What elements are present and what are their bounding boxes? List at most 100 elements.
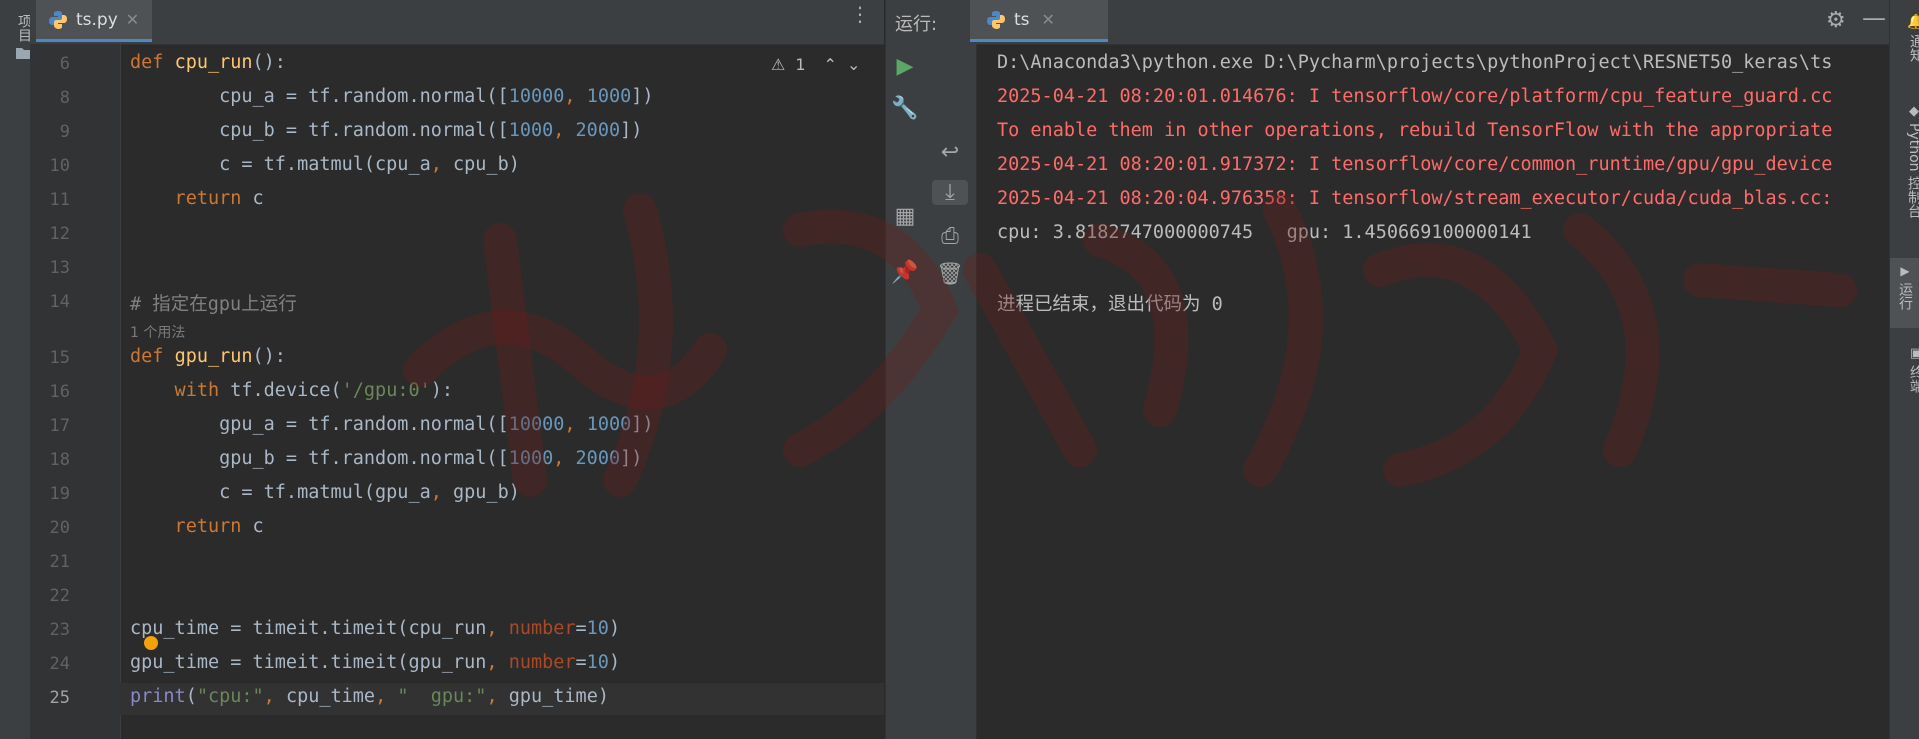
pin-icon[interactable]: 📌	[887, 260, 923, 285]
close-icon[interactable]: ✕	[126, 10, 139, 29]
print-icon[interactable]: ⎙	[932, 224, 968, 249]
line-number: 18	[49, 450, 70, 470]
python-console-tool-button[interactable]: ◆ Python 控制台	[1896, 104, 1919, 218]
code-token: 2000	[575, 448, 621, 469]
code-token: print	[130, 686, 186, 707]
tab-label: ts.py	[76, 9, 118, 30]
usages-hint[interactable]: 1 个用法	[130, 322, 185, 342]
terminal-icon: ▣	[1909, 346, 1919, 361]
python-file-icon	[49, 10, 67, 29]
code-line[interactable]: c = tf.matmul(cpu_a, cpu_b)	[130, 154, 520, 175]
code-token: cpu_a = tf.random.normal([	[130, 86, 509, 107]
line-number: 20	[49, 518, 70, 538]
code-line[interactable]: # 指定在gpu上运行	[130, 290, 297, 316]
line-number: 25	[49, 688, 70, 708]
console-line: To enable them in other operations, rebu…	[997, 120, 1833, 141]
code-token: cpu_run	[174, 52, 253, 73]
code-line[interactable]: print("cpu:", cpu_time, " gpu:", gpu_tim…	[130, 686, 609, 707]
code-token: ,	[486, 686, 509, 707]
trash-icon[interactable]: 🗑	[932, 262, 968, 287]
wrench-icon[interactable]: 🔧	[887, 96, 923, 121]
soft-wrap-icon[interactable]: ↩	[932, 140, 968, 165]
terminal-tool-button[interactable]: ▣ 终端	[1896, 346, 1919, 393]
layout-icon[interactable]: ▦	[887, 204, 923, 229]
run-label: 运行	[1897, 282, 1913, 310]
code-line[interactable]: gpu_b = tf.random.normal([1000, 2000])	[130, 448, 642, 469]
code-line[interactable]: gpu_a = tf.random.normal([10000, 1000])	[130, 414, 653, 435]
line-number: 10	[49, 156, 70, 176]
notifications-label: 通知	[1908, 34, 1919, 62]
line-number: 12	[49, 224, 70, 244]
console-line: 2025-04-21 08:20:04.976358: I tensorflow…	[997, 188, 1833, 209]
line-number: 23	[49, 620, 70, 640]
code-line[interactable]: return c	[130, 188, 264, 209]
line-number: 21	[49, 552, 70, 572]
code-token: 1000	[586, 414, 632, 435]
code-token: (	[185, 686, 197, 707]
code-token: "cpu:"	[196, 686, 264, 707]
gear-icon[interactable]: ⚙	[1826, 8, 1846, 33]
console-line: 2025-04-21 08:20:01.917372: I tensorflow…	[997, 154, 1833, 175]
code-line[interactable]: with tf.device('/gpu:0'):	[130, 380, 453, 401]
line-number: 14	[49, 292, 70, 312]
code-token: # 指定在gpu上运行	[130, 294, 297, 315]
code-token: ])	[620, 448, 643, 469]
notifications-tool-button[interactable]: 🔔 通知	[1896, 14, 1919, 62]
code-token: =	[575, 652, 587, 673]
code-line[interactable]: gpu_time = timeit.timeit(gpu_run, number…	[130, 652, 620, 673]
code-token: ])	[620, 120, 643, 141]
chevron-down-icon[interactable]: ⌄	[847, 55, 860, 74]
line-number: 17	[49, 416, 70, 436]
code-token: number	[508, 652, 576, 673]
line-number: 6	[59, 54, 70, 74]
line-number: 9	[59, 122, 70, 142]
code-token: )	[608, 652, 621, 673]
code-token: ,	[430, 154, 454, 175]
code-token: ,	[553, 448, 576, 469]
lightbulb-icon[interactable]	[144, 636, 158, 650]
inspection-widget[interactable]: ⚠ 1 ⌃ ⌄	[765, 48, 883, 80]
line-number: 11	[49, 190, 70, 210]
console-line: D:\Anaconda3\python.exe D:\Pycharm\proje…	[997, 52, 1833, 73]
code-line[interactable]: def cpu_run():	[130, 52, 286, 73]
code-line[interactable]: return c	[130, 516, 264, 537]
code-line[interactable]: def gpu_run():	[130, 346, 286, 367]
right-tool-strip: 🔔 通知 ◆ Python 控制台 ▶ 运行 ▣ 终端	[1889, 0, 1919, 739]
line-number: 8	[59, 88, 70, 108]
code-token: 10000	[508, 86, 565, 107]
chevron-up-icon[interactable]: ⌃	[824, 55, 837, 74]
run-tab-label: ts	[1014, 9, 1030, 30]
code-token: cpu_b)	[453, 154, 520, 175]
scroll-to-end-icon[interactable]: ⤓	[932, 180, 968, 205]
code-token: c	[252, 516, 264, 537]
line-number: 13	[49, 258, 70, 278]
left-tool-strip: 项目	[0, 0, 32, 739]
code-token: ,	[263, 686, 286, 707]
code-token: ])	[631, 86, 654, 107]
code-line[interactable]: cpu_a = tf.random.normal([10000, 1000])	[130, 86, 654, 107]
code-token: c	[252, 188, 264, 209]
more-options-icon[interactable]: ⋮	[850, 4, 870, 24]
code-token: 2000	[575, 120, 621, 141]
console-line: 2025-04-21 08:20:01.014676: I tensorflow…	[997, 86, 1833, 107]
editor-tab-bar: ts.py ✕ ⋮	[30, 0, 884, 45]
run-tool-button[interactable]: ▶ 运行	[1890, 258, 1919, 328]
code-token: cpu_time	[285, 686, 376, 707]
code-line[interactable]: c = tf.matmul(gpu_a, gpu_b)	[130, 482, 520, 503]
code-line[interactable]: cpu_b = tf.random.normal([1000, 2000])	[130, 120, 642, 141]
code-token: 10	[586, 618, 609, 639]
run-panel-title: 运行:	[895, 14, 938, 35]
code-token: ():	[252, 346, 286, 367]
python-console-icon: ◆	[1909, 104, 1919, 119]
tab-ts-py[interactable]: ts.py ✕	[36, 0, 152, 42]
python-console-label: Python 控制台	[1906, 123, 1919, 218]
code-line[interactable]: cpu_time = timeit.timeit(cpu_run, number…	[130, 618, 620, 639]
rerun-icon[interactable]: ▶	[887, 54, 923, 79]
warning-count: 1	[795, 54, 806, 74]
run-tab-ts[interactable]: ts ✕	[970, 0, 1108, 42]
run-panel: 运行: ts ✕ ⚙ — ▶ 🔧 ↩ ⤓ ▦ ⎙ 📌 🗑 D:\Anaconda…	[885, 0, 1890, 739]
close-icon[interactable]: ✕	[1042, 10, 1055, 29]
minimize-icon[interactable]: —	[1862, 4, 1886, 32]
code-token: ,	[430, 482, 454, 503]
code-token: gpu_run	[174, 346, 253, 367]
